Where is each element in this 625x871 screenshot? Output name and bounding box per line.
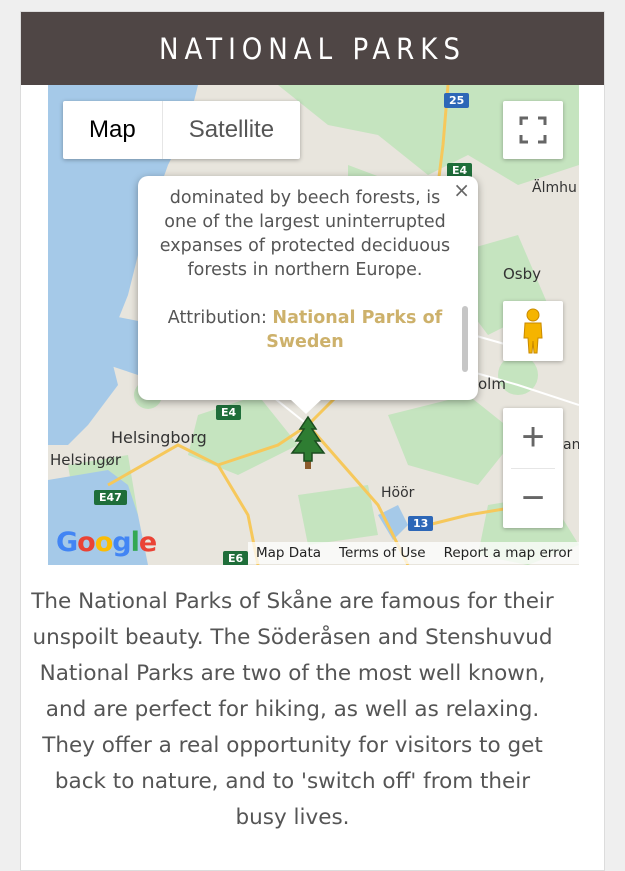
map-type-map-button[interactable]: Map — [63, 101, 163, 159]
zoom-out-button[interactable]: − — [503, 468, 563, 528]
street-view-pegman-button[interactable] — [503, 301, 563, 361]
map-label-an: an — [563, 437, 579, 453]
parks-description: The National Parks of Skåne are famous f… — [31, 589, 554, 830]
road-shield-13: 13 — [408, 516, 434, 531]
map-info-window: × dominated by beech forests, is one of … — [138, 176, 478, 414]
map-label-almhult: Älmhu — [532, 180, 577, 196]
pine-tree-icon[interactable] — [286, 415, 330, 471]
pegman-icon — [523, 308, 543, 354]
report-map-error-link[interactable]: Report a map error — [444, 545, 573, 561]
map-type-control: Map Satellite — [63, 101, 301, 159]
map-label-olm: olm — [478, 375, 506, 393]
google-logo: Google — [56, 527, 157, 558]
map-attribution-bar: Map Data Terms of Use Report a map error — [248, 542, 579, 564]
road-shield-25: 25 — [444, 93, 470, 108]
fullscreen-icon — [519, 116, 547, 144]
zoom-control: + − — [503, 408, 563, 528]
terms-of-use-link[interactable]: Terms of Use — [339, 545, 426, 561]
map-label-osby: Osby — [503, 265, 542, 283]
road-shield-e6: E6 — [223, 551, 249, 565]
map-label-hoor: Höör — [381, 485, 415, 501]
zoom-in-button[interactable]: + — [503, 408, 563, 468]
attribution-link[interactable]: National Parks of Sweden — [266, 308, 442, 352]
road-shield-e4-mid: E4 — [216, 405, 242, 420]
attribution-label: Attribution: — [167, 308, 267, 328]
map-type-satellite-button[interactable]: Satellite — [163, 101, 300, 159]
page-title: NATIONAL PARKS — [21, 12, 604, 85]
fullscreen-button[interactable] — [503, 101, 563, 159]
info-window-attribution: Attribution: National Parks of Sweden — [158, 306, 452, 354]
map-data-link[interactable]: Map Data — [256, 545, 321, 561]
map-label-helsingor: Helsingør — [50, 451, 122, 469]
close-icon[interactable]: × — [453, 178, 470, 202]
road-shield-e47: E47 — [94, 490, 127, 505]
info-window-scrollbar[interactable] — [462, 306, 468, 372]
map-label-helsingborg: Helsingborg — [111, 428, 207, 447]
map-widget[interactable]: Helsingborg Helsingør Höör Osby Älmhu ol… — [48, 85, 579, 565]
info-window-text: dominated by beech forests, is one of th… — [159, 188, 451, 280]
